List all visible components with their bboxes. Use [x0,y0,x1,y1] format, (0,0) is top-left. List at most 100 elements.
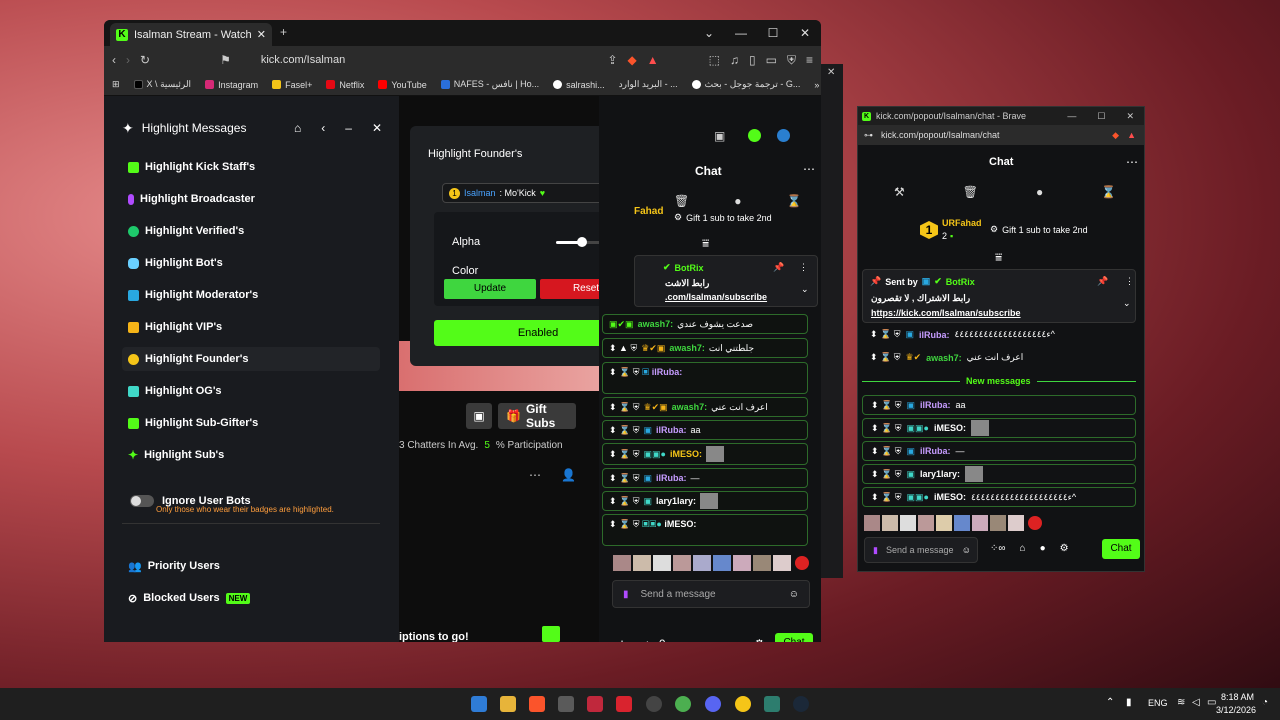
pinned-link[interactable]: https://kick.com/Isalman/subscribe [871,308,1021,318]
emote-menu-icon[interactable]: ● [1040,543,1046,554]
bookmark-icon[interactable]: ⚑ [220,53,231,67]
pin-icon[interactable]: 📌 [773,262,784,273]
settings-icon[interactable]: ⚙ [1060,543,1069,554]
brave-rewards-icon[interactable]: ▲ [647,53,659,67]
app-icon[interactable] [587,696,603,712]
close-icon[interactable]: ✕ [827,67,835,78]
chat-message[interactable]: ⬍ ⌛ ⛨ ▣▣● iMESO: [862,418,1136,438]
bookmark-youtube[interactable]: YouTube [378,80,427,90]
alpha-slider-knob[interactable] [577,237,587,247]
extensions-icon[interactable]: ⬚ [709,53,720,67]
trash-icon[interactable]: 🗑 [963,185,978,199]
clock-time[interactable]: 8:18 AM [1221,692,1254,702]
ignore-bots-toggle[interactable] [130,495,154,507]
chevron-down-icon[interactable]: ⌄ [1123,298,1131,309]
close-icon[interactable]: ✕ [1126,111,1134,122]
timer-icon[interactable]: ⌛ [786,194,801,208]
back-icon[interactable]: ‹ [112,53,116,67]
emote-9[interactable] [1008,515,1024,531]
media-icon[interactable]: ♫ [730,53,739,67]
bookmark-inbox[interactable]: البريد الوارد - ... [619,79,678,90]
camera-icon[interactable]: ▣ [714,129,725,143]
maximize-icon[interactable]: ☐ [757,26,789,40]
emoji-icon[interactable]: ☺ [789,589,799,600]
popout-chat-send-button[interactable]: Chat [1102,539,1140,559]
chat-options-icon[interactable]: ⋯ [803,162,815,176]
minimize-icon[interactable]: — [1067,111,1076,121]
minimize-panel-icon[interactable]: – [345,121,352,135]
close-tab-icon[interactable]: ✕ [257,28,266,41]
update-button[interactable]: Update [444,279,536,299]
chat-message[interactable]: ⬍ ⌛ ⛨ ▣ ilRuba: ء٤٤٤٤٤٤٤٤٤٤٤٤٤٤٤٤٤٤٤^ [870,329,1055,340]
priority-users-item[interactable]: 👥 Priority Users [122,554,380,578]
emote-4[interactable] [918,515,934,531]
chat-message[interactable]: ⬍ ⌛ ⛨ ▣▣● iMESO: ء٤٤٤٤٤٤٤٤٤٤٤٤٤٤٤٤٤٤٤٤^ [862,487,1136,507]
bookmark-instagram[interactable]: Instagram [205,80,258,90]
steam-icon[interactable] [793,696,809,712]
chat-message[interactable]: ⬍ ⌛ ⛨ ▣ ilRuba: aa [602,420,808,440]
follow-user-icon[interactable]: 👤 [561,468,576,482]
highlight-sub-gifters[interactable]: Highlight Sub-Gifter's [122,411,380,435]
highlight-vips[interactable]: Highlight VIP's [122,315,380,339]
chat-message[interactable]: ⬍ ⌛ ⛨ ▣ ilRuba: aa [862,395,1136,415]
file-explorer-icon[interactable] [500,696,516,712]
emote-9[interactable] [773,555,791,571]
popout-chat-input[interactable]: ▮ Send a message ☺ [864,537,978,563]
bookmark-fasel[interactable]: Fasel+ [272,80,312,90]
chat-message[interactable]: ⬍ ⌛ ⛨ ♛✔▣ awash7: اعرف انت عني [602,397,808,417]
points-icon[interactable]: ⁘∞ [990,543,1006,554]
pinned-options-icon[interactable]: ⋮ [1125,276,1134,287]
close-window-icon[interactable]: ✕ [789,26,821,40]
app-icon[interactable] [616,696,632,712]
emoji-icon[interactable]: ☺ [962,545,971,555]
chat-message[interactable]: ⬍ ⌛ ⛨ ▣ lary1lary: [862,464,1136,484]
volume-icon[interactable]: ◁ [1192,697,1200,708]
emote-2[interactable] [633,555,651,571]
theater-mode-icon[interactable]: ▣ [466,403,492,429]
mic-icon[interactable]: ▮ [1126,697,1132,708]
more-bookmarks-icon[interactable]: » [814,80,819,90]
sidebar-icon[interactable]: ▯ [749,53,756,67]
chat-message[interactable]: ⬍ ⌛ ⛨ ▣ ilRuba: — [602,468,808,488]
clock-date[interactable]: 3/12/2026 [1216,705,1256,715]
menu-icon[interactable]: ≡ [806,53,813,67]
app-icon[interactable] [764,696,780,712]
start-icon[interactable] [471,696,487,712]
emote-1[interactable] [864,515,880,531]
vpn-icon[interactable]: ⛨ [787,53,796,68]
store-icon[interactable] [558,696,574,712]
speech-icon[interactable]: ● [734,194,741,208]
chat-message[interactable]: ⬍ ⌛ ⛨ ♛✔ awash7: اعرف انت عني [870,352,1023,363]
app-icon[interactable] [735,696,751,712]
chat-message[interactable]: ⬍ ⌛ ⛨ ▣▣● iMESO: [602,443,808,465]
emote-3[interactable] [900,515,916,531]
tray-chevron-icon[interactable]: ⌃ [1106,697,1114,708]
chat-message[interactable]: ⬍ ⌛ ⛨ ▣ ilRuba: [602,362,808,394]
wallet-icon[interactable]: ▭ [766,53,777,67]
pin-icon[interactable]: 📌 [1097,276,1108,287]
language-indicator[interactable]: ENG [1148,698,1168,708]
maximize-icon[interactable]: ☐ [1097,111,1105,122]
emote-4[interactable] [673,555,691,571]
browser-tab[interactable]: K Isalman Stream - Watch Live on K ✕ [110,23,272,46]
brave-icon[interactable] [529,696,545,712]
chevron-down-icon[interactable]: ⌄ [801,284,809,295]
heart-emote[interactable] [795,556,809,570]
site-info-icon[interactable]: ⊶ [864,130,873,141]
subscribe-gift-icon[interactable] [542,626,560,642]
discord-icon[interactable] [705,696,721,712]
brave-shield-icon[interactable]: ◆ [1112,130,1119,141]
heart-emote[interactable] [1028,516,1042,530]
bookmark-nafes[interactable]: NAFES - نافس | Ho... [440,79,539,90]
bookmark-salrashi[interactable]: salrashi... [553,80,605,90]
chat-message[interactable]: ⬍ ⌛ ⛨ ▣ lary1lary: [602,491,808,511]
emote-5[interactable] [936,515,952,531]
gift-subs-button[interactable]: 🎁 Gift Subs [498,402,576,430]
highlight-founders[interactable]: Highlight Founder's [122,347,380,371]
emote-7[interactable] [733,555,751,571]
seven-tv-icon[interactable] [777,129,790,142]
kick-extension-icon[interactable] [748,129,761,142]
chat-message[interactable]: ⬍ ▲ ⛨ ♛✔▣ awash7: جلطتني انت [602,338,808,358]
chat-message[interactable]: ▣✔▣ awash7: صدعت يشوف عندي [602,314,808,334]
emote-3[interactable] [653,555,671,571]
